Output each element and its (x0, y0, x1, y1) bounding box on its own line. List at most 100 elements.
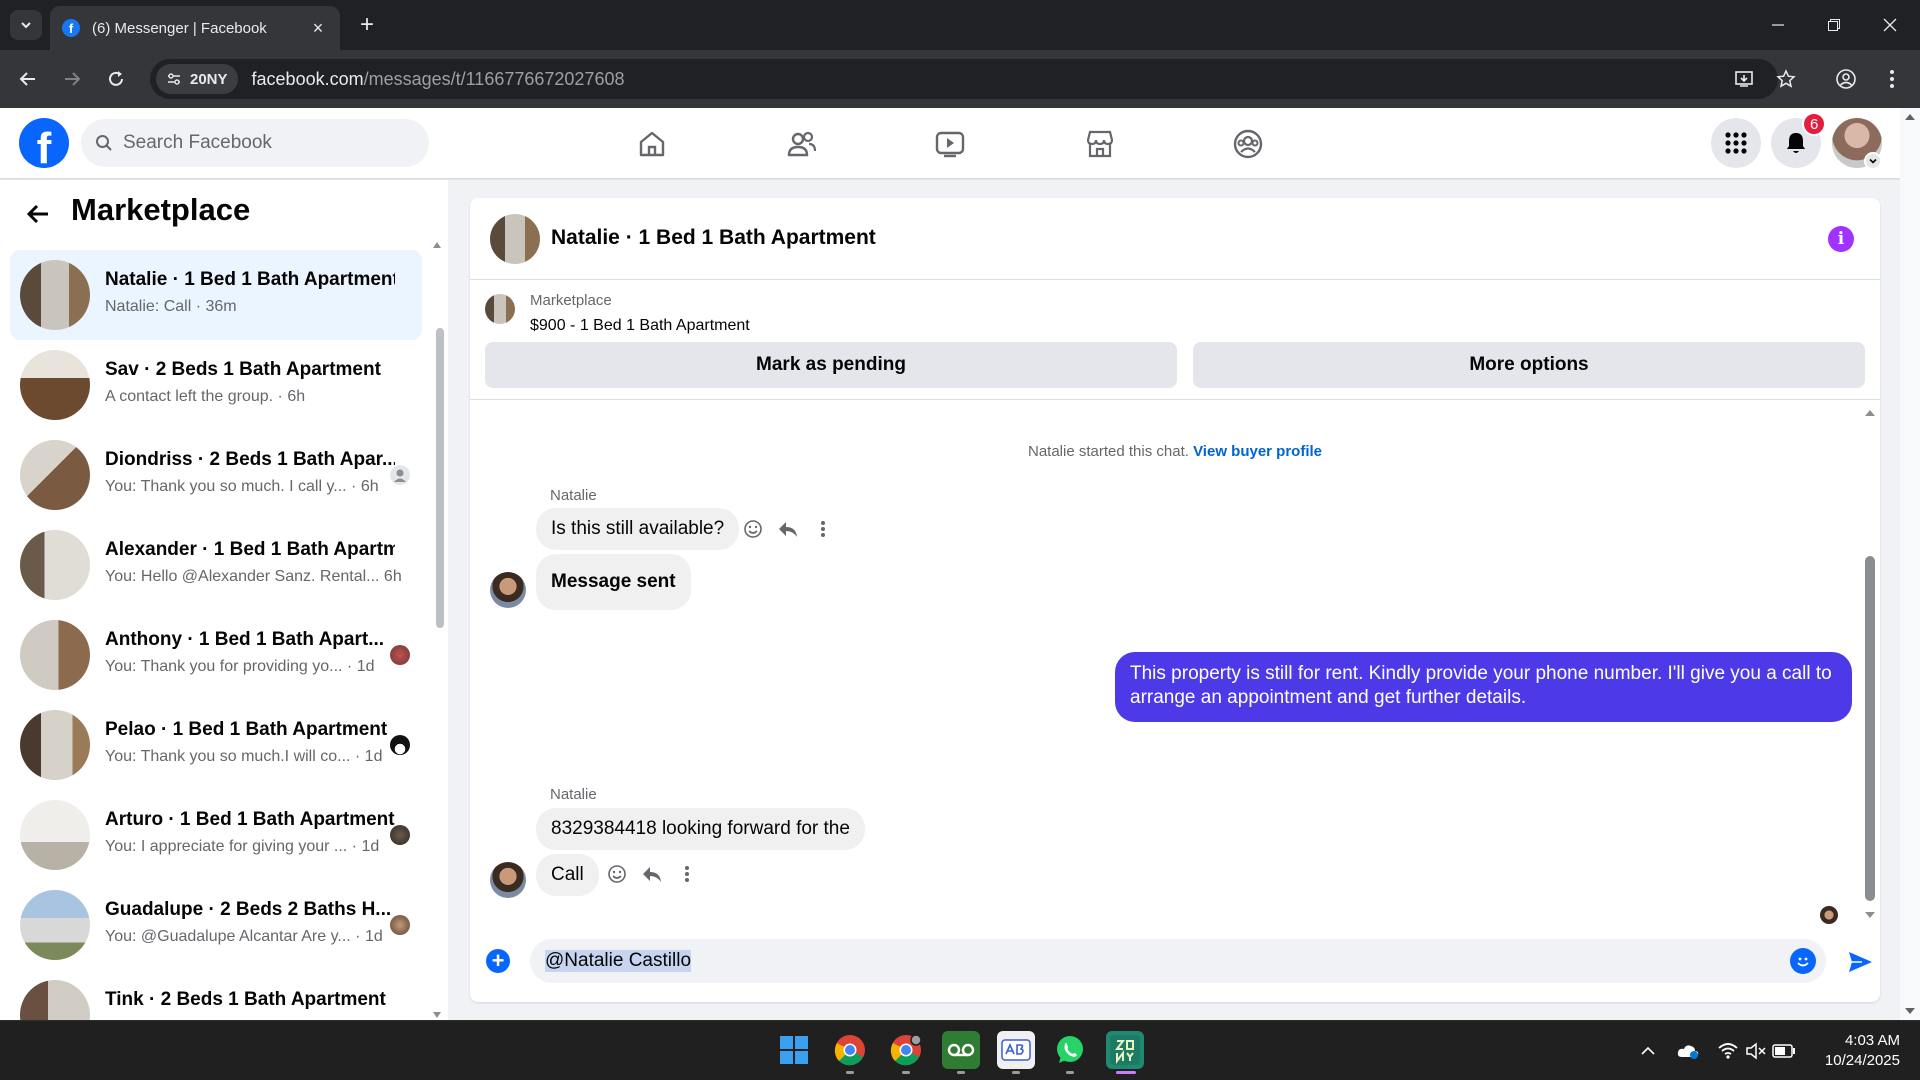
marketplace-label: Marketplace (530, 292, 612, 309)
page-scrollbar[interactable] (1900, 108, 1920, 1020)
listing-thumbnail (20, 620, 90, 690)
natalie-avatar[interactable] (490, 862, 526, 898)
friends-icon (787, 131, 817, 157)
tab-close-icon[interactable]: × (308, 18, 328, 39)
volume-muted-icon[interactable] (1744, 1039, 1768, 1063)
incoming-message[interactable]: Message sent (536, 554, 691, 610)
reload-icon (109, 71, 123, 86)
tab-search-button[interactable] (10, 10, 42, 40)
conversation-snippet: You: @Guadalupe Alcantar Are y... · 1d (105, 928, 383, 945)
voicemail-app-icon[interactable] (942, 1031, 980, 1069)
chrome-menu-button[interactable] (1876, 63, 1908, 95)
abc-proxy-app-icon[interactable] (997, 1031, 1035, 1069)
more-actions-button[interactable] (674, 861, 700, 887)
search-input[interactable]: Search Facebook (81, 119, 429, 167)
onedrive-icon[interactable] (1676, 1039, 1700, 1063)
message-composer: + @Natalie Castillo (470, 938, 1880, 1002)
add-attachment-button[interactable]: + (486, 949, 510, 973)
20ny-app-icon[interactable] (1106, 1031, 1144, 1069)
message-scroll-thumb[interactable] (1865, 556, 1875, 901)
listing-thumbnail (20, 440, 90, 510)
emoji-icon[interactable] (1790, 948, 1816, 974)
chevron-up-icon (1641, 1046, 1655, 1055)
battery-icon[interactable] (1772, 1039, 1796, 1063)
minimize-button[interactable] (1750, 0, 1806, 50)
conversation-item[interactable]: Diondriss · 2 Beds 1 Bath Apar... You: T… (10, 430, 422, 520)
conversation-snippet: You: Thank you so much. I call y... · 6h (105, 478, 379, 495)
conversation-name: Anthony · 1 Bed 1 Bath Apart... (105, 629, 385, 650)
conversation-item[interactable]: Sav · 2 Beds 1 Bath Apartment A contact … (10, 340, 422, 430)
video-icon (935, 131, 965, 158)
listing-thumbnail (20, 980, 90, 1020)
bookmark-button[interactable] (1770, 63, 1802, 95)
account-chevron-icon[interactable] (1864, 152, 1882, 170)
info-icon[interactable]: i (1828, 226, 1854, 252)
browser-tab[interactable]: f (6) Messenger | Facebook × (50, 6, 340, 50)
marketplace-nav[interactable] (1078, 122, 1122, 166)
chrome-taskbar-icon[interactable] (831, 1031, 869, 1069)
conversation-item[interactable]: Arturo · 1 Bed 1 Bath Apartment You: I a… (10, 790, 422, 880)
chrome-profile-taskbar-icon[interactable] (887, 1031, 925, 1069)
mark-as-pending-button[interactable]: Mark as pending (485, 342, 1177, 388)
tune-icon (168, 73, 180, 85)
smiley-icon (608, 865, 626, 883)
close-window-button[interactable] (1862, 0, 1918, 50)
whatsapp-taskbar-icon[interactable] (1051, 1031, 1089, 1069)
conversation-snippet: Natalie: Call · 36m (105, 298, 237, 315)
react-button[interactable] (604, 861, 630, 887)
conversation-item[interactable]: Pelao · 1 Bed 1 Bath Apartment You: Than… (10, 700, 422, 790)
read-receipt-avatar (390, 465, 410, 485)
incoming-message[interactable]: Is this still available? (536, 508, 740, 550)
reload-button[interactable] (100, 63, 132, 95)
conversation-item[interactable]: Natalie · 1 Bed 1 Bath Apartment Natalie… (10, 250, 422, 340)
incoming-message[interactable]: 8329384418 looking forward for the (536, 808, 865, 850)
install-app-button[interactable] (1728, 63, 1760, 95)
watch-nav[interactable] (928, 122, 972, 166)
outgoing-message[interactable]: This property is still for rent. Kindly … (1115, 652, 1852, 722)
reply-button[interactable] (775, 516, 801, 542)
conversation-item[interactable]: Anthony · 1 Bed 1 Bath Apart... You: Tha… (10, 610, 422, 700)
gaming-nav[interactable] (1226, 122, 1270, 166)
listing-title[interactable]: $900 - 1 Bed 1 Bath Apartment (530, 317, 750, 335)
chat-title[interactable]: Natalie · 1 Bed 1 Bath Apartment (551, 226, 876, 250)
system-clock[interactable]: 4:03 AM 10/24/2025 (1800, 1031, 1900, 1071)
more-options-button[interactable]: More options (1193, 342, 1865, 388)
send-icon[interactable] (1846, 948, 1874, 976)
back-arrow-button[interactable] (24, 200, 52, 228)
sidebar-scroll-thumb[interactable] (436, 328, 444, 628)
friends-nav[interactable] (780, 122, 824, 166)
windows-icon (780, 1036, 808, 1064)
more-actions-button[interactable] (810, 516, 836, 542)
listing-thumbnail[interactable] (485, 294, 515, 324)
home-nav[interactable] (630, 122, 674, 166)
back-button[interactable] (12, 63, 44, 95)
listing-thumbnail (20, 890, 90, 960)
react-button[interactable] (740, 516, 766, 542)
forward-button[interactable] (56, 63, 88, 95)
url-path: /messages/t/1166776672027608 (363, 68, 625, 89)
start-button[interactable] (775, 1031, 813, 1069)
address-bar[interactable]: 20NY facebook.com/messages/t/11667766720… (150, 59, 1778, 99)
message-thread: Natalie started this chat. View buyer pr… (470, 400, 1880, 930)
facebook-header: f Search Facebook 6 (0, 108, 1900, 178)
conversation-item[interactable]: Alexander · 1 Bed 1 Bath Apartm... You: … (10, 520, 422, 610)
new-tab-button[interactable]: + (352, 10, 382, 40)
reply-button[interactable] (639, 861, 665, 887)
incoming-message[interactable]: Call (536, 854, 599, 896)
conversation-item[interactable]: Tink · 2 Beds 1 Bath Apartment (10, 970, 422, 1020)
message-input[interactable]: @Natalie Castillo (530, 939, 1826, 983)
running-indicator (1012, 1071, 1020, 1074)
profile-button[interactable] (1830, 63, 1862, 95)
restore-button[interactable] (1806, 0, 1862, 50)
chat-listing-avatar[interactable] (490, 214, 540, 264)
conversation-item[interactable]: Guadalupe · 2 Beds 2 Baths H... You: @Gu… (10, 880, 422, 970)
view-buyer-profile-link[interactable]: View buyer profile (1193, 443, 1322, 460)
clock-time: 4:03 AM (1844, 1032, 1900, 1049)
facebook-logo[interactable]: f (19, 118, 69, 168)
show-hidden-icons-button[interactable] (1636, 1039, 1660, 1063)
wifi-icon[interactable] (1716, 1039, 1740, 1063)
conversation-snippet: You: Thank you so much.I will co... · 1d (105, 748, 383, 765)
site-info-chip[interactable]: 20NY (156, 64, 238, 94)
natalie-avatar[interactable] (490, 572, 526, 608)
menu-button[interactable] (1711, 118, 1761, 168)
